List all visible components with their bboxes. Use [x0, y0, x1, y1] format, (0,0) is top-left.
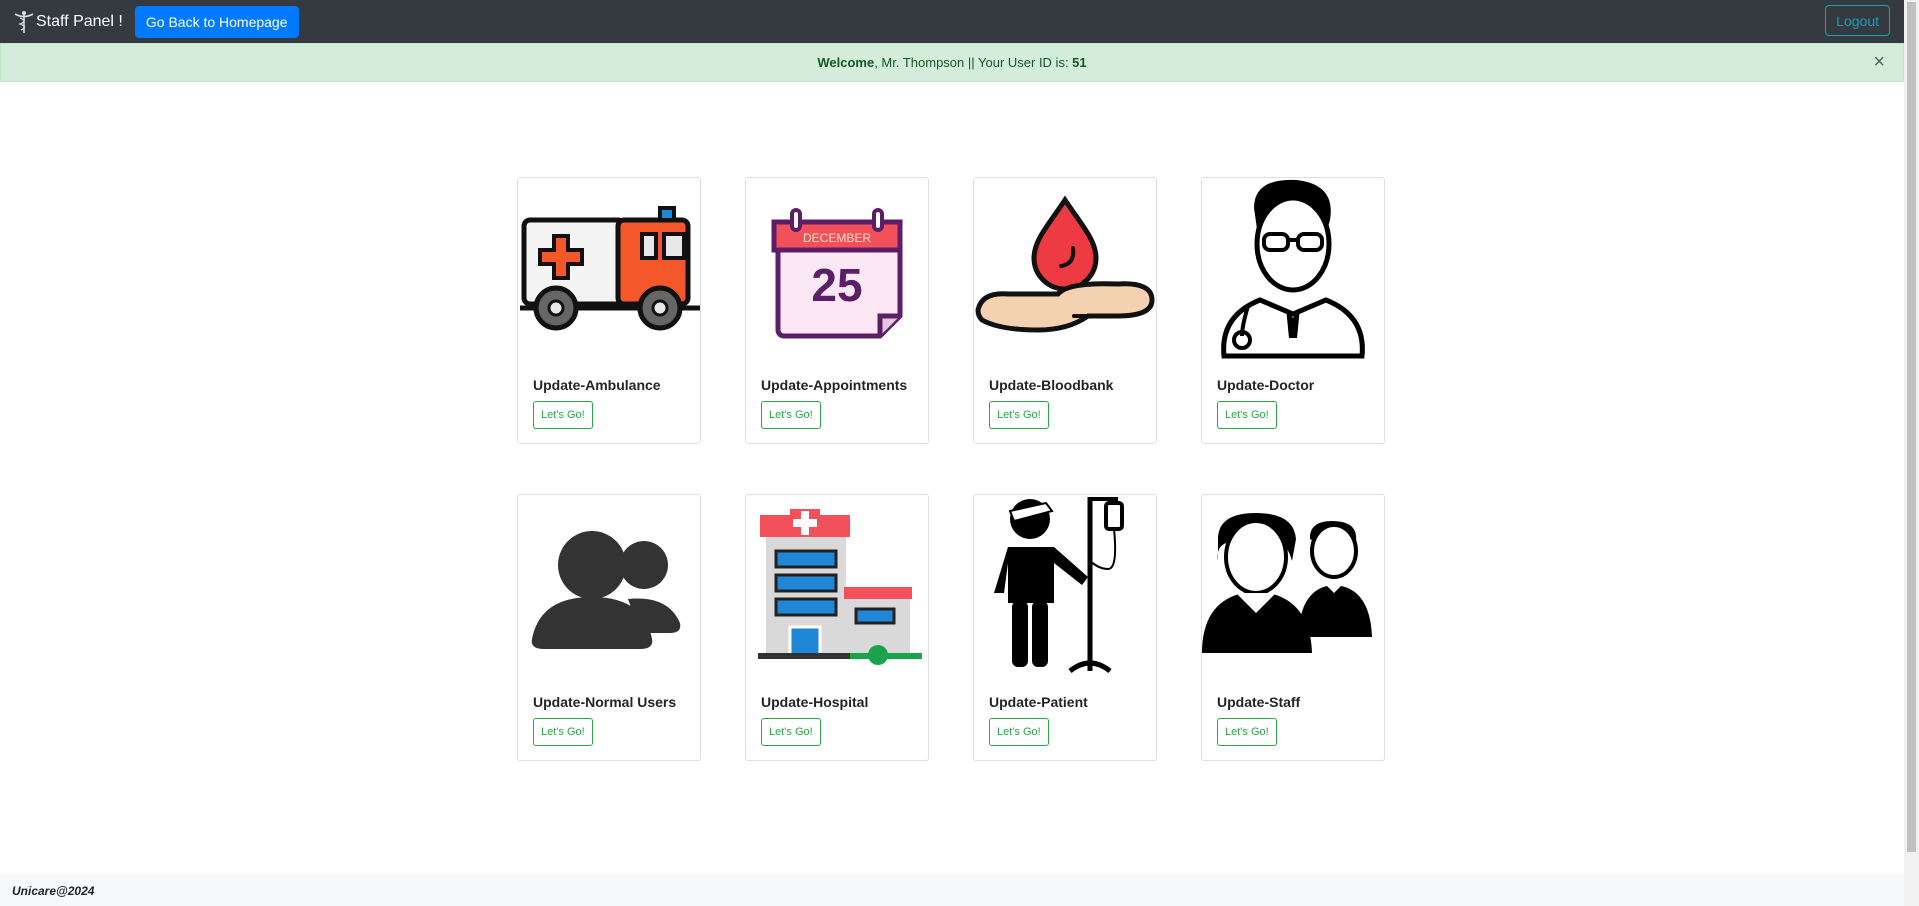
lets-go-button[interactable]: Let's Go! — [989, 718, 1049, 746]
logout-button[interactable]: Logout — [1825, 5, 1890, 36]
brand[interactable]: Staff Panel ! — [14, 10, 123, 34]
navbar: Staff Panel ! Go Back to Homepage Logout — [0, 0, 1904, 43]
go-back-home-button[interactable]: Go Back to Homepage — [134, 5, 299, 38]
card-title: Update-Staff — [1217, 694, 1301, 710]
brand-label: Staff Panel ! — [36, 12, 123, 30]
ambulance-icon — [520, 206, 700, 331]
lets-go-button[interactable]: Let's Go! — [533, 718, 593, 746]
card-title: Update-Appointments — [761, 377, 908, 393]
lets-go-button[interactable]: Let's Go! — [533, 401, 593, 429]
card-update-hospital: Update-Hospital Let's Go! — [745, 494, 929, 761]
blood-drop-hand-icon — [975, 195, 1155, 333]
scrollbar-thumb[interactable] — [1907, 2, 1916, 852]
svg-text:25: 25 — [811, 259, 862, 311]
calendar-icon: DECEMBER 25 — [771, 208, 903, 339]
page: Staff Panel ! Go Back to Homepage Logout… — [0, 0, 1904, 906]
card-update-bloodbank: Update-Bloodbank Let's Go! — [973, 177, 1157, 444]
lets-go-button[interactable]: Let's Go! — [1217, 401, 1277, 429]
footer: Unicare@2024 — [0, 874, 1904, 906]
svg-text:DECEMBER: DECEMBER — [803, 231, 871, 245]
patient-iv-icon — [994, 497, 1124, 674]
hospital-icon — [758, 509, 922, 665]
card-update-patient: Update-Patient Let's Go! — [973, 494, 1157, 761]
card-update-appointments: DECEMBER 25 Update-Appointments Let's Go… — [745, 177, 929, 444]
card-title: Update-Ambulance — [533, 377, 661, 393]
card-title: Update-Normal Users — [533, 694, 677, 710]
card-update-doctor: Update-Doctor Let's Go! — [1201, 177, 1385, 444]
scrollbar[interactable] — [1904, 0, 1919, 906]
lets-go-button[interactable]: Let's Go! — [1217, 718, 1277, 746]
card-update-ambulance: Update-Ambulance Let's Go! — [517, 177, 701, 444]
close-icon[interactable]: × — [1873, 52, 1885, 72]
card-update-normal-users: Update-Normal Users Let's Go! — [517, 494, 701, 761]
doctor-icon — [1221, 179, 1365, 359]
welcome-text: Welcome, Mr. Thompson || Your User ID is… — [817, 55, 1087, 70]
card-title: Update-Hospital — [761, 694, 869, 710]
card-title: Update-Patient — [989, 694, 1088, 710]
caduceus-icon — [14, 10, 34, 33]
users-icon — [531, 531, 681, 649]
user-id: 51 — [1072, 55, 1087, 70]
footer-copyright: Unicare@2024 — [12, 884, 95, 898]
lets-go-button[interactable]: Let's Go! — [761, 718, 821, 746]
lets-go-button[interactable]: Let's Go! — [761, 401, 821, 429]
card-title: Update-Bloodbank — [989, 377, 1114, 393]
staff-icon — [1202, 513, 1372, 653]
card-update-staff: Update-Staff Let's Go! — [1201, 494, 1385, 761]
card-title: Update-Doctor — [1217, 377, 1315, 393]
lets-go-button[interactable]: Let's Go! — [989, 401, 1049, 429]
welcome-alert: Welcome, Mr. Thompson || Your User ID is… — [0, 43, 1904, 82]
